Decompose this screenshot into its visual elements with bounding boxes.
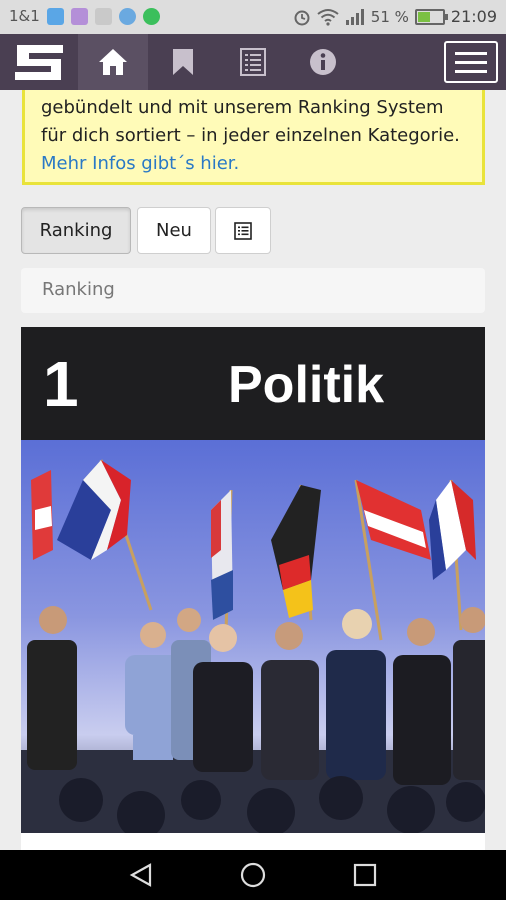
back-icon[interactable] <box>128 862 154 888</box>
home-circle-icon[interactable] <box>240 862 266 888</box>
top-navbar <box>0 34 506 90</box>
system-nav-bar <box>0 850 506 900</box>
status-bar-left: 1&1 <box>9 7 160 25</box>
mail-icon <box>94 7 112 25</box>
menu-line <box>455 69 487 73</box>
list-view-button[interactable] <box>215 207 271 254</box>
nav-info[interactable] <box>288 34 358 90</box>
bookmark-icon <box>173 49 193 75</box>
notice-line-1: gebündelt und mit unserem Ranking System <box>41 97 444 118</box>
rank-number: 1 <box>43 348 79 420</box>
carrier-label: 1&1 <box>9 7 40 25</box>
nav-list[interactable] <box>218 34 288 90</box>
nav-bookmarks[interactable] <box>148 34 218 90</box>
new-button[interactable]: Neu <box>137 207 211 254</box>
list-icon <box>234 221 252 240</box>
alarm-icon <box>294 10 310 25</box>
notice-line-2: für dich sortiert – in jeder einzelnen K… <box>41 125 460 146</box>
nav-home[interactable] <box>78 34 148 90</box>
menu-button[interactable] <box>444 41 498 83</box>
ranking-card[interactable]: 1 Politik <box>21 327 485 850</box>
whatsapp-icon <box>142 7 160 25</box>
status-bar-right: 51 % 21:09 <box>293 7 497 26</box>
menu-line <box>455 60 487 64</box>
card-header: 1 Politik <box>21 327 485 440</box>
battery-percent: 51 % <box>370 7 409 26</box>
notification-app-icon <box>46 7 64 25</box>
wifi-settings-icon <box>118 7 136 25</box>
category-title: Politik <box>228 356 385 414</box>
recents-icon[interactable] <box>352 862 378 888</box>
status-bar: 1&1 51 % 21:09 <box>0 0 506 34</box>
gallery-icon <box>70 7 88 25</box>
site-logo[interactable] <box>13 42 65 82</box>
breadcrumb: Ranking <box>21 268 485 313</box>
info-icon <box>310 49 336 75</box>
home-icon <box>99 49 127 75</box>
wifi-icon <box>317 8 339 26</box>
list-icon <box>240 48 266 76</box>
menu-line <box>455 51 487 55</box>
clock: 21:09 <box>450 7 497 26</box>
category-photo <box>21 440 485 833</box>
signal-icon <box>345 8 364 25</box>
more-info-link[interactable]: Mehr Infos gibt´s hier. <box>41 150 468 178</box>
info-notice: gebündelt und mit unserem Ranking System… <box>22 90 485 185</box>
battery-icon <box>414 8 448 25</box>
ranking-button[interactable]: Ranking <box>21 207 131 254</box>
